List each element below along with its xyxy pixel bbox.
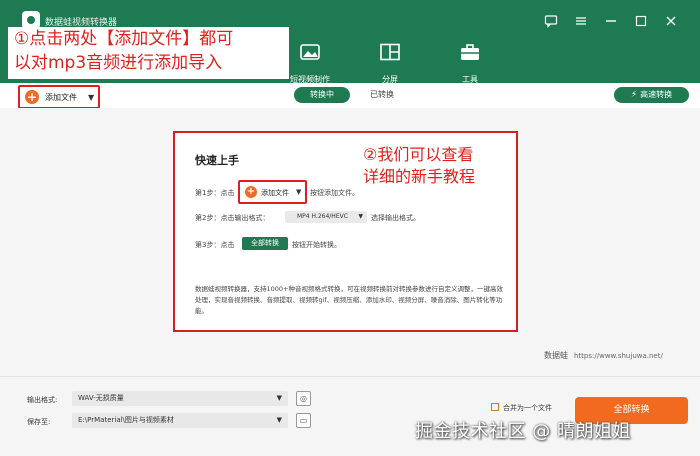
output-format-value: WAV-无损质量 <box>78 394 124 402</box>
step-add-file-label: 添加文件 <box>261 189 289 197</box>
step-add-file-button[interactable]: + 添加文件 ▼ <box>238 180 307 204</box>
annotation-line: 以对mp3音频进行添加导入 <box>14 53 223 73</box>
nav-tools[interactable]: 工具 <box>440 43 500 86</box>
tab-converted[interactable]: 已转换 <box>362 87 402 103</box>
site-brand: 数据蛙 <box>544 351 568 360</box>
format-select-value: MP4 H.264/HEVC <box>297 213 348 220</box>
split-screen-icon <box>380 43 400 61</box>
high-speed-label: 高速转换 <box>640 90 673 99</box>
chevron-down-icon: ▼ <box>276 394 282 402</box>
annotation-line: ②我们可以查看 <box>363 145 474 164</box>
dropdown-arrow-icon[interactable]: ▼ <box>88 93 94 102</box>
save-to-label: 保存至: <box>27 418 51 426</box>
menu-icon[interactable] <box>574 14 588 28</box>
tab-converting[interactable]: 转换中 <box>294 87 350 103</box>
plus-icon: + <box>25 90 39 104</box>
output-format-label: 输出格式: <box>27 396 58 404</box>
lightning-icon: ⚡ <box>630 90 638 100</box>
window-controls <box>544 14 678 28</box>
annotation-tutorial-tip: ②我们可以查看 详细的新手教程 <box>363 144 503 188</box>
output-format-dropdown[interactable]: WAV-无损质量 ▼ <box>72 391 288 406</box>
minimize-icon[interactable] <box>604 14 618 28</box>
chevron-down-icon: ▼ <box>358 213 363 220</box>
image-icon <box>300 44 320 60</box>
dropdown-arrow-icon[interactable]: ▼ <box>296 188 301 196</box>
status-tabs: 转换中 已转换 <box>294 87 422 103</box>
step1-prefix: 第1步：点击 <box>195 189 235 197</box>
nav-short-video[interactable]: 短视频制作 <box>280 43 340 86</box>
app-window: 数据蛙视频转换器 短视频制作 分屏 工具 ①点击两处【添加文件】都可 以对mp3… <box>0 0 700 456</box>
settings-icon: ◎ <box>300 394 307 403</box>
output-format-select[interactable]: MP4 H.264/HEVC ▼ <box>285 211 367 223</box>
step2-prefix: 第2步：点击输出格式： <box>195 214 270 222</box>
merge-label: 合并为一个文件 <box>503 404 552 412</box>
nav-split-screen[interactable]: 分屏 <box>360 43 420 86</box>
high-speed-convert-button[interactable]: ⚡ 高速转换 <box>614 87 689 103</box>
step-convert-all-button[interactable]: 全部转换 <box>242 237 288 250</box>
maximize-icon[interactable] <box>634 14 648 28</box>
annotation-line: ①点击两处【添加文件】都可 <box>14 29 234 49</box>
close-icon[interactable] <box>664 14 678 28</box>
plus-icon: + <box>245 186 257 198</box>
chevron-down-icon: ▼ <box>276 416 282 424</box>
step3-prefix: 第3步：点击 <box>195 241 235 249</box>
quickstart-title: 快速上手 <box>195 154 239 167</box>
toolbox-icon <box>461 44 479 60</box>
folder-icon: ▭ <box>299 416 308 425</box>
site-credit: 数据蛙 https://www.shujuwa.net/ <box>544 350 663 361</box>
add-file-label: 添加文件 <box>45 93 77 102</box>
chat-icon[interactable] <box>544 14 558 28</box>
step2-suffix: 选择输出格式。 <box>371 214 420 222</box>
save-path-value: E:\PrMaterial\图片与视频素材 <box>78 416 174 424</box>
site-url[interactable]: https://www.shujuwa.net/ <box>574 352 663 360</box>
open-folder-button[interactable]: ▭ <box>296 413 311 428</box>
add-file-button[interactable]: + 添加文件 ▼ <box>18 85 100 109</box>
step3-suffix: 按钮开始转换。 <box>292 241 341 249</box>
annotation-add-file-tip: ①点击两处【添加文件】都可 以对mp3音频进行添加导入 <box>8 27 289 79</box>
merge-checkbox[interactable] <box>491 403 499 411</box>
save-path-dropdown[interactable]: E:\PrMaterial\图片与视频素材 ▼ <box>72 413 288 428</box>
product-description: 数据蛙视频转换器，支持1000+种音视频格式转换，可在视频转换前对转换参数进行自… <box>195 285 503 315</box>
watermark-text: 掘金技术社区 @ 晴朗姐姐 <box>415 421 631 442</box>
step1-suffix: 按钮添加文件。 <box>310 189 359 197</box>
annotation-line: 详细的新手教程 <box>363 167 476 186</box>
format-settings-button[interactable]: ◎ <box>296 391 311 406</box>
merge-option[interactable]: 合并为一个文件 <box>491 403 552 413</box>
